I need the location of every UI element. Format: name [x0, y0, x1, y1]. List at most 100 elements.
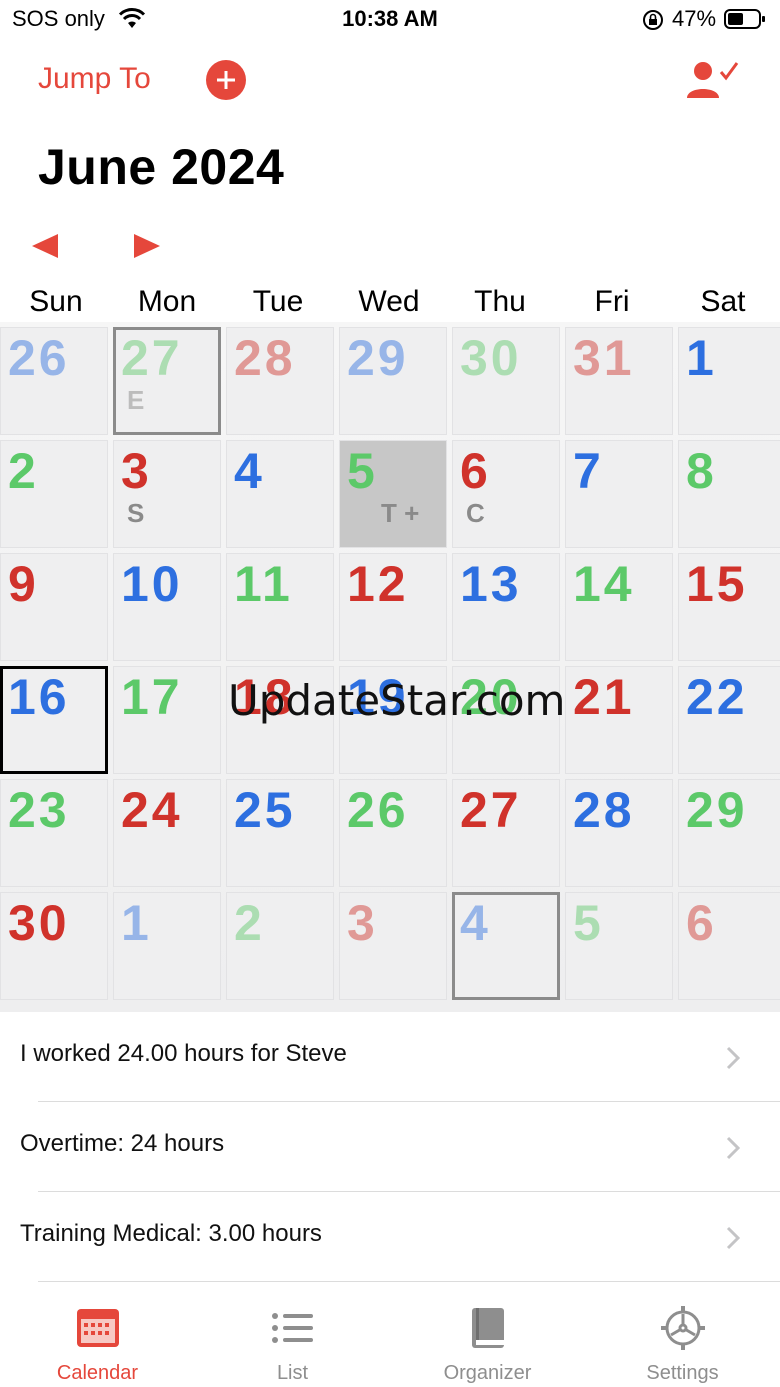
calendar-day-cell[interactable]: 14 — [565, 553, 673, 661]
day-number: 23 — [8, 782, 70, 838]
calendar-day-cell[interactable]: 29 — [339, 327, 447, 435]
weekday-sat: Sat — [700, 285, 746, 318]
calendar-day-cell[interactable]: 12 — [339, 553, 447, 661]
calendar-day-cell[interactable]: 19 — [339, 666, 447, 774]
calendar-day-cell[interactable]: 13 — [452, 553, 560, 661]
day-number: 29 — [686, 782, 748, 838]
day-number: 18 — [234, 669, 296, 725]
day-number: 8 — [686, 443, 717, 499]
battery-percentage: 47% — [672, 6, 717, 31]
calendar-day-cell[interactable]: 30 — [452, 327, 560, 435]
day-tag: C — [466, 498, 485, 528]
calendar-day-cell[interactable]: 4 — [452, 892, 560, 1000]
next-month-button[interactable] — [130, 232, 162, 260]
event-text: Training Medical: 3.00 hours — [20, 1220, 322, 1247]
calendar-day-cell[interactable]: 30 — [0, 892, 108, 1000]
calendar-day-cell[interactable]: 1 — [113, 892, 221, 1000]
chevron-right-icon — [726, 1046, 741, 1075]
calendar-day-cell[interactable]: 31 — [565, 327, 673, 435]
day-number: 3 — [347, 895, 378, 951]
calendar-day-cell[interactable]: 28 — [565, 779, 673, 887]
event-row[interactable]: I worked 24.00 hours for Steve — [0, 1012, 780, 1102]
calendar-day-cell[interactable]: 10 — [113, 553, 221, 661]
event-row[interactable]: Training Medical: 3.00 hours — [0, 1192, 780, 1282]
event-list: I worked 24.00 hours for Steve Overtime:… — [0, 1012, 780, 1284]
calendar-day-cell[interactable]: 23 — [0, 779, 108, 887]
previous-month-button[interactable] — [30, 232, 62, 260]
tab-label: List — [276, 1362, 309, 1384]
calendar-day-cell[interactable]: 9 — [0, 553, 108, 661]
calendar-day-cell[interactable]: 6C — [452, 440, 560, 548]
calendar-day-cell[interactable]: 6 — [678, 892, 780, 1000]
day-number: 2 — [234, 895, 265, 951]
calendar-day-cell[interactable]: 18 — [226, 666, 334, 774]
book-icon — [464, 1306, 512, 1350]
event-row[interactable]: Overtime: 24 hours — [0, 1102, 780, 1192]
day-number: 7 — [573, 443, 604, 499]
calendar-day-cell[interactable]: 21 — [565, 666, 673, 774]
tab-label: Organizer — [443, 1362, 532, 1384]
day-number: 11 — [234, 556, 293, 612]
day-number: 29 — [347, 330, 409, 386]
day-number: 1 — [121, 895, 152, 951]
calendar-day-cell[interactable]: 11 — [226, 553, 334, 661]
calendar-day-cell[interactable]: 27 E — [113, 327, 221, 435]
day-number: 15 — [686, 556, 748, 612]
header: Jump To — [0, 46, 780, 116]
day-number: 6 — [460, 443, 491, 499]
day-number: 4 — [460, 895, 491, 951]
calendar-day-cell[interactable]: 5T + — [339, 440, 447, 548]
jump-to-button[interactable]: Jump To — [38, 62, 151, 96]
weekday-header: Sun Mon Tue Wed Thu Fri Sat — [0, 285, 780, 327]
battery-icon — [724, 9, 766, 29]
calendar-day-cell[interactable]: 3S — [113, 440, 221, 548]
day-number: 31 — [573, 330, 635, 386]
calendar-day-cell[interactable]: 2 — [226, 892, 334, 1000]
day-number: 22 — [686, 669, 748, 725]
calendar-day-cell[interactable]: 29 — [678, 779, 780, 887]
day-number: 5 — [573, 895, 604, 951]
event-text: I worked 24.00 hours for Steve — [20, 1040, 347, 1067]
add-button[interactable] — [206, 60, 246, 100]
calendar-day-cell[interactable]: 22 — [678, 666, 780, 774]
weekday-thu: Thu — [474, 285, 526, 318]
calendar-day-cell[interactable]: 28 — [226, 327, 334, 435]
calendar-day-cell[interactable]: 20 — [452, 666, 560, 774]
day-number: 21 — [573, 669, 635, 725]
calendar-day-cell[interactable]: 24 — [113, 779, 221, 887]
person-check-button[interactable] — [685, 60, 739, 105]
day-number: 2 — [8, 443, 39, 499]
day-number: 28 — [234, 330, 296, 386]
calendar-day-cell[interactable]: 3 — [339, 892, 447, 1000]
calendar-day-cell[interactable]: 27 — [452, 779, 560, 887]
tab-list[interactable]: List — [195, 1290, 390, 1387]
calendar-day-cell[interactable]: 15 — [678, 553, 780, 661]
calendar-day-cell[interactable]: 17 — [113, 666, 221, 774]
tab-settings[interactable]: Settings — [585, 1290, 780, 1387]
day-number: 12 — [347, 556, 409, 612]
calendar-day-cell[interactable]: 1 — [678, 327, 780, 435]
tab-label: Settings — [646, 1362, 719, 1384]
day-number: 3 — [121, 443, 152, 499]
calendar-day-cell[interactable]: 2 — [0, 440, 108, 548]
calendar-day-cell[interactable]: 25 — [226, 779, 334, 887]
day-tag: S — [127, 498, 145, 528]
calendar-day-cell[interactable]: 4 — [226, 440, 334, 548]
day-number: 30 — [8, 895, 70, 951]
calendar-day-cell[interactable]: 7 — [565, 440, 673, 548]
day-number: 14 — [573, 556, 635, 612]
month-navigation — [30, 232, 170, 262]
tab-calendar[interactable]: Calendar — [0, 1290, 195, 1387]
status-bar: SOS only 10:38 AM 47% — [0, 0, 780, 40]
calendar-day-cell[interactable]: 8 — [678, 440, 780, 548]
calendar-day-cell[interactable]: 26 — [339, 779, 447, 887]
calendar-icon — [74, 1306, 122, 1350]
calendar-day-cell[interactable]: 5 — [565, 892, 673, 1000]
day-number: 27 — [460, 782, 522, 838]
calendar-day-cell[interactable]: 16 — [0, 666, 108, 774]
day-number: 24 — [121, 782, 183, 838]
calendar-day-cell[interactable]: 26 — [0, 327, 108, 435]
day-number: 19 — [347, 669, 409, 725]
day-number: 30 — [460, 330, 522, 386]
tab-organizer[interactable]: Organizer — [390, 1290, 585, 1387]
